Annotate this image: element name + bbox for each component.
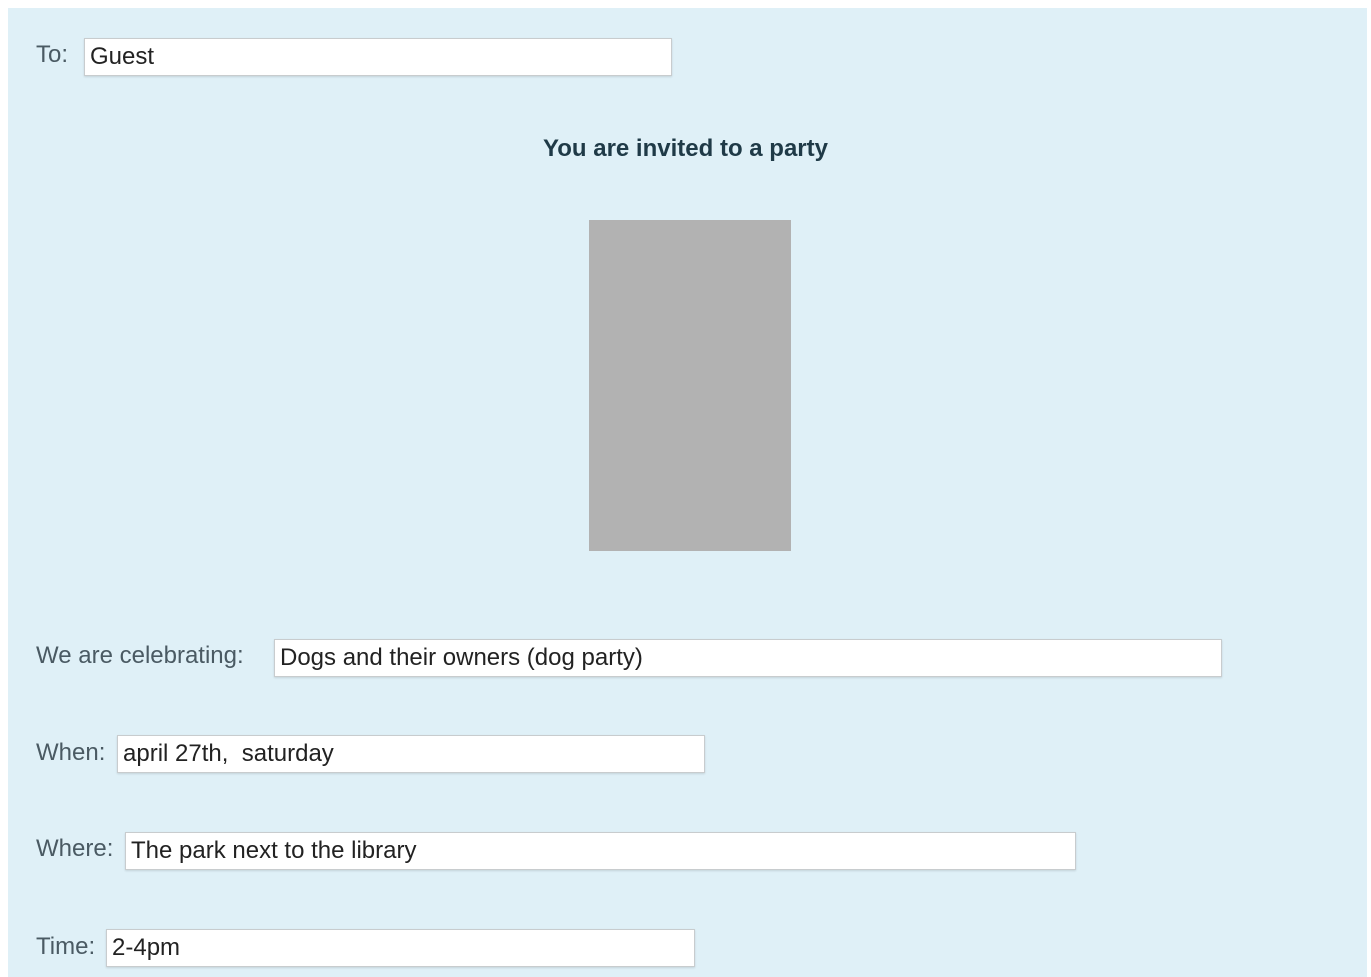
when-input[interactable] <box>117 735 705 773</box>
time-label: Time: <box>36 933 96 960</box>
invitation-image <box>589 220 791 551</box>
where-label: Where: <box>36 835 114 862</box>
when-label: When: <box>36 739 106 766</box>
where-input[interactable] <box>125 832 1076 870</box>
time-input[interactable] <box>106 929 695 967</box>
to-label: To: <box>36 41 69 68</box>
to-input[interactable] <box>84 38 672 76</box>
celebrating-input[interactable] <box>274 639 1222 677</box>
invitation-title: You are invited to a party <box>543 135 828 162</box>
celebrating-label: We are celebrating: <box>36 642 244 669</box>
